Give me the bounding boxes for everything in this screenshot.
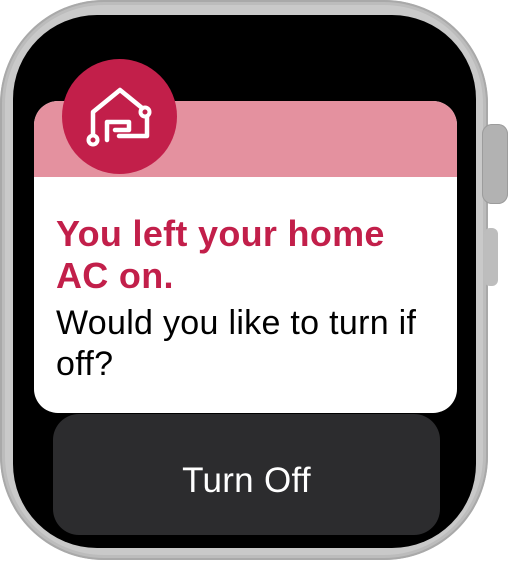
digital-crown[interactable] [482, 124, 508, 204]
watch-device: You left your home AC on. Would you like… [0, 0, 510, 564]
notification-body: You left your home AC on. Would you like… [56, 213, 446, 385]
side-button[interactable] [484, 228, 498, 286]
home-icon [86, 87, 151, 146]
watch-screen: You left your home AC on. Would you like… [13, 15, 476, 548]
turn-off-button[interactable]: Turn Off [53, 414, 440, 535]
home-app-icon [62, 59, 177, 174]
notification-message: Would you like to turn if off? [56, 304, 417, 383]
turn-off-button-label: Turn Off [182, 460, 311, 500]
notification-title: You left your home AC on. [56, 213, 385, 296]
